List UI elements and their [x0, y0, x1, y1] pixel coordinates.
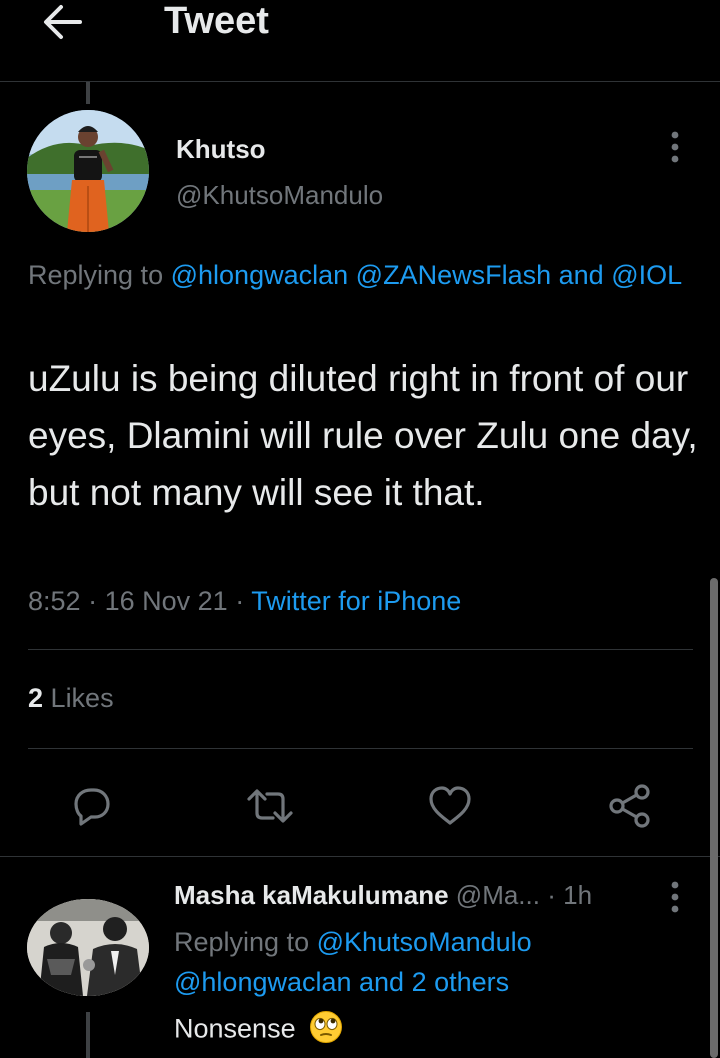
profile-photo [27, 899, 149, 996]
mention-link[interactable]: @KhutsoMandulo [317, 927, 532, 957]
share-icon [609, 784, 650, 828]
tweet-source-link[interactable]: Twitter for iPhone [251, 586, 461, 616]
divider [28, 649, 693, 650]
rolling-eyes-emoji-icon [309, 1010, 343, 1051]
replying-prefix: Replying to [28, 260, 164, 290]
likes-label: Likes [50, 683, 114, 713]
more-vertical-icon [671, 131, 679, 163]
tweet-metadata: 8:52 · 16 Nov 21 · Twitter for iPhone [28, 586, 461, 617]
author-name[interactable]: Khutso [176, 134, 266, 165]
reply-text: Nonsense [174, 1010, 343, 1051]
mention-others-link[interactable]: @hlongwaclan and 2 others [174, 967, 509, 997]
thread-connector-line [86, 1012, 90, 1058]
reply-time: 1h [563, 880, 593, 910]
like-button[interactable] [426, 782, 474, 830]
more-options-button[interactable] [662, 128, 688, 168]
mention-link[interactable]: @IOL [611, 260, 682, 290]
avatar[interactable] [27, 110, 149, 232]
arrow-left-icon [44, 5, 82, 39]
section-divider [0, 856, 720, 857]
mention-link[interactable]: @ZANewsFlash [356, 260, 551, 290]
thread-connector-line [86, 82, 90, 104]
back-button[interactable] [40, 2, 84, 42]
tweet-date: 16 Nov 21 [104, 586, 228, 616]
reply-button[interactable] [67, 782, 115, 830]
reply-replying-to: Replying to @KhutsoMandulo @hlongwaclan … [174, 922, 694, 1002]
more-vertical-icon [671, 881, 679, 913]
reply-avatar[interactable] [27, 899, 149, 996]
reply-icon [74, 788, 110, 826]
separator-dot: · [88, 586, 98, 616]
reply-author-name[interactable]: Masha kaMakulumane [174, 880, 449, 910]
top-bar: Tweet [0, 0, 720, 82]
heart-icon [429, 786, 471, 825]
reply-more-options-button[interactable] [662, 878, 688, 918]
share-button[interactable] [606, 782, 654, 830]
profile-photo [27, 110, 149, 232]
reply-author-handle[interactable]: @Ma... [456, 880, 540, 910]
tweet-time: 8:52 [28, 586, 81, 616]
reply-header: Masha kaMakulumane @Ma... · 1h [174, 880, 592, 911]
separator-dot: · [547, 880, 556, 910]
divider [28, 748, 693, 749]
author-handle[interactable]: @KhutsoMandulo [176, 180, 383, 211]
replying-to: Replying to @hlongwaclan @ZANewsFlash an… [28, 256, 698, 294]
likes-number: 2 [28, 683, 44, 713]
likes-count[interactable]: 2 Likes [28, 683, 114, 714]
separator-dot: · [235, 586, 245, 616]
retweet-icon [247, 789, 293, 823]
replying-and[interactable]: and [559, 260, 604, 290]
page-title: Tweet [164, 0, 269, 42]
tweet-text: uZulu is being diluted right in front of… [28, 358, 698, 513]
reply-text-content: Nonsense [174, 1013, 296, 1044]
replying-prefix: Replying to [174, 927, 310, 957]
scrollbar[interactable] [710, 578, 718, 1058]
mention-link[interactable]: @hlongwaclan [171, 260, 349, 290]
retweet-button[interactable] [246, 782, 294, 830]
